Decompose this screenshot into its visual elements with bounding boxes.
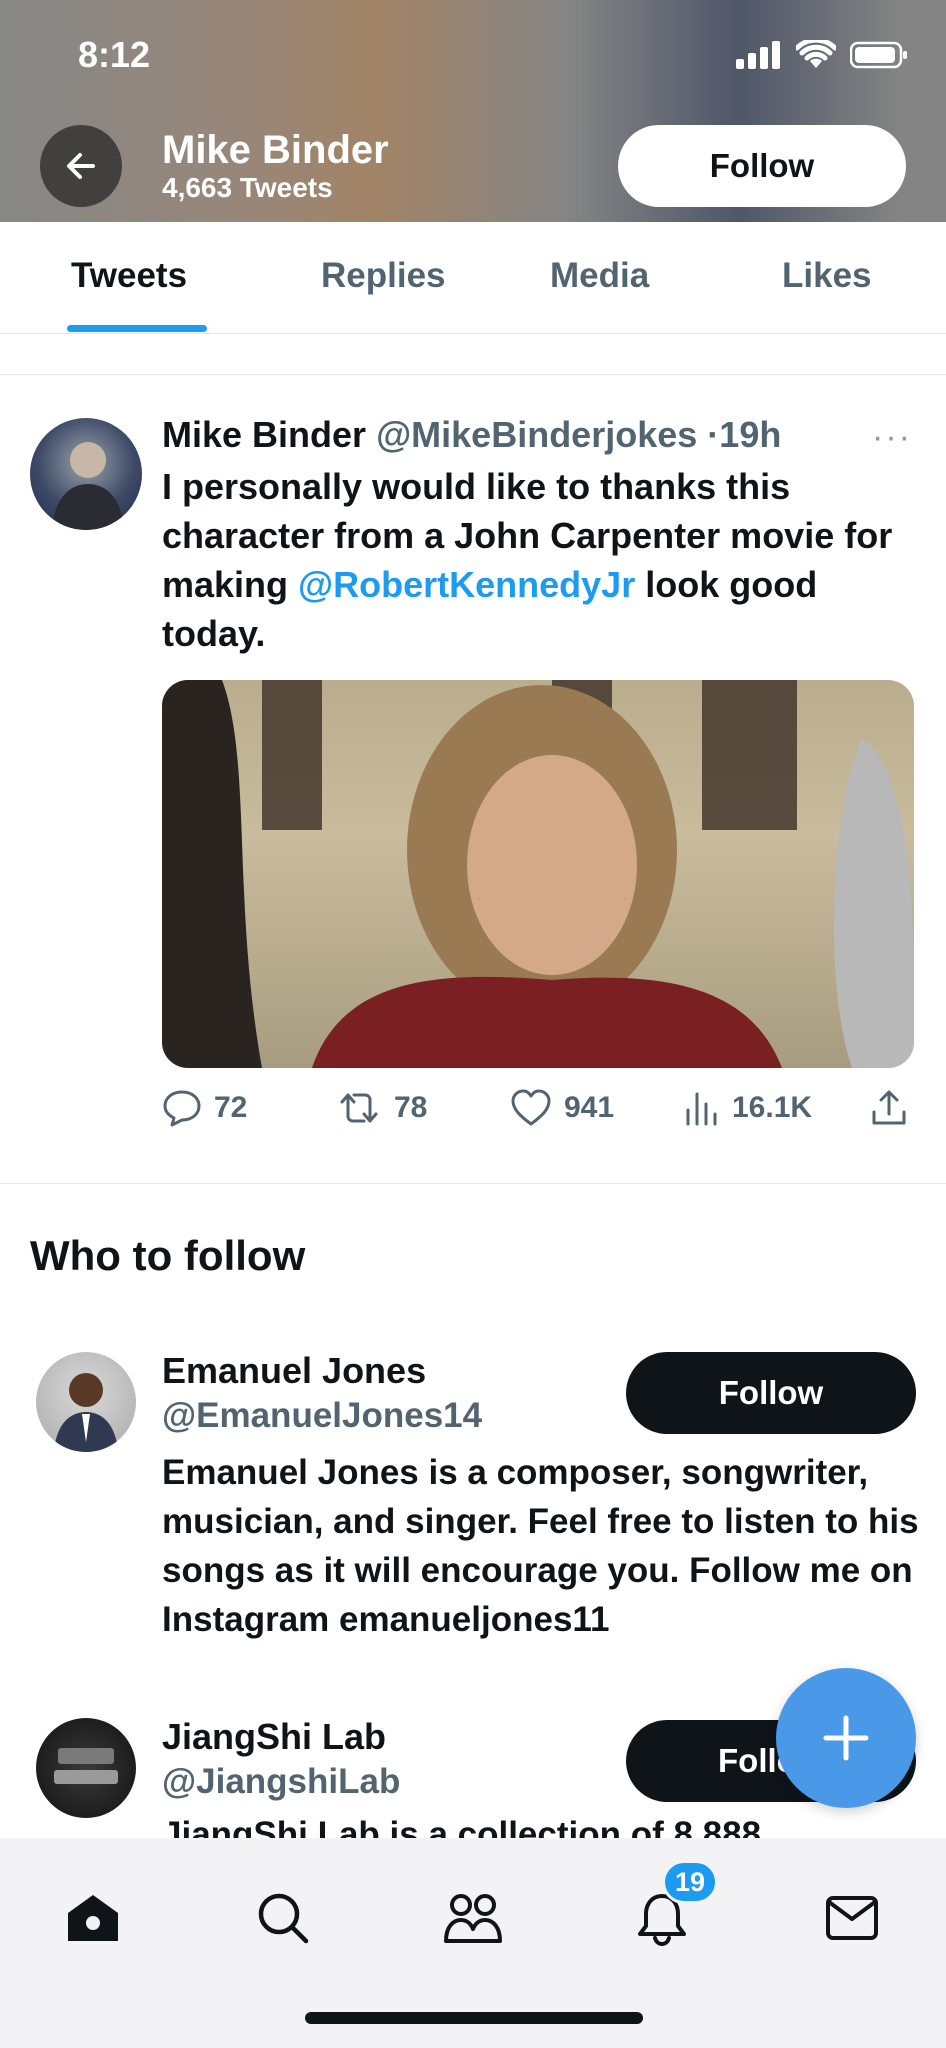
share-button[interactable] <box>870 1088 908 1128</box>
user-bio: JiangShi Lab is a collection of 8,888 <box>162 1815 762 1838</box>
divider <box>0 374 946 375</box>
more-options-icon[interactable]: ··· <box>872 418 912 457</box>
views-button[interactable]: 16.1K <box>684 1088 812 1128</box>
person-photo-icon <box>52 442 124 530</box>
reply-count: 72 <box>214 1091 248 1124</box>
who-to-follow-title: Who to follow <box>30 1232 306 1279</box>
user-bio: Emanuel Jones is a composer, songwriter,… <box>162 1453 919 1639</box>
tweet-author-avatar[interactable] <box>30 418 142 530</box>
communities-icon <box>444 1894 502 1943</box>
tweet-author-name[interactable]: Mike Binder <box>162 414 366 455</box>
tab-tweets[interactable]: Tweets <box>71 256 187 296</box>
arrow-left-icon <box>67 153 95 179</box>
notifications-badge: 19 <box>662 1860 719 1904</box>
views-count: 16.1K <box>732 1091 813 1124</box>
user-handle[interactable]: @EmanuelJones14 <box>162 1396 482 1436</box>
tab-likes[interactable]: Likes <box>782 256 872 296</box>
tweet-header: Mike Binder @MikeBinderjokes ·19h <box>162 414 781 456</box>
user-avatar-jiangshi[interactable] <box>36 1718 136 1818</box>
person-photo-icon <box>54 1373 118 1452</box>
search-icon <box>258 1893 309 1944</box>
tab-media[interactable]: Media <box>550 256 649 296</box>
tweet-actions: 72 78 941 16.1K <box>162 1088 922 1138</box>
cellular-signal-icon <box>736 41 780 69</box>
like-button[interactable]: 941 <box>510 1088 614 1128</box>
reply-icon <box>163 1090 201 1127</box>
nav-home[interactable] <box>53 1878 133 1958</box>
user-handle[interactable]: @JiangshiLab <box>162 1762 400 1802</box>
share-icon <box>872 1090 906 1125</box>
tweet-text: I personally would like to thanks this c… <box>162 462 922 658</box>
retweet-button[interactable]: 78 <box>336 1088 427 1128</box>
tweet-author-handle[interactable]: @MikeBinderjokes <box>376 414 697 455</box>
heart-icon <box>511 1089 551 1126</box>
back-button[interactable] <box>40 125 122 207</box>
tweet-count: 4,663 Tweets <box>162 172 333 203</box>
user-avatar-emanuel[interactable] <box>36 1352 136 1452</box>
tab-replies[interactable]: Replies <box>321 256 446 296</box>
nav-communities[interactable] <box>433 1878 513 1958</box>
photo-placeholder-icon <box>162 680 914 1068</box>
home-icon <box>68 1895 118 1941</box>
active-tab-indicator <box>67 325 207 332</box>
profile-name: Mike Binder <box>162 128 389 172</box>
retweet-icon <box>340 1093 378 1123</box>
status-bar-time: 8:12 <box>78 34 151 75</box>
nav-messages[interactable] <box>812 1878 892 1958</box>
mail-icon <box>826 1896 878 1940</box>
follow-profile-button[interactable]: Follow <box>618 125 906 207</box>
like-count: 941 <box>564 1091 615 1124</box>
reply-button[interactable]: 72 <box>162 1088 247 1128</box>
wifi-icon <box>796 40 836 68</box>
tweet-image[interactable] <box>162 680 914 1068</box>
tweet-time[interactable]: 19h <box>719 414 781 455</box>
divider <box>0 1183 946 1184</box>
views-chart-icon <box>686 1092 717 1126</box>
profile-tabs: Tweets Replies Media Likes <box>0 222 946 334</box>
plus-icon <box>823 1715 869 1761</box>
tweet-mention-link[interactable]: @RobertKennedyJr <box>298 564 635 605</box>
compose-tweet-button[interactable] <box>776 1668 916 1808</box>
follow-user-button[interactable]: Follow <box>626 1352 916 1434</box>
battery-icon <box>850 41 907 69</box>
logo-icon <box>54 1748 118 1784</box>
user-name[interactable]: JiangShi Lab <box>162 1716 386 1758</box>
user-name[interactable]: Emanuel Jones <box>162 1350 426 1392</box>
nav-search[interactable] <box>243 1878 323 1958</box>
tweet-separator: · <box>707 414 720 455</box>
home-indicator[interactable] <box>305 2012 643 2024</box>
profile-header: 8:12 Mike Binder 4,663 Tweets Follow <box>0 0 946 222</box>
retweet-count: 78 <box>394 1091 428 1124</box>
status-bar-icons <box>736 40 908 70</box>
